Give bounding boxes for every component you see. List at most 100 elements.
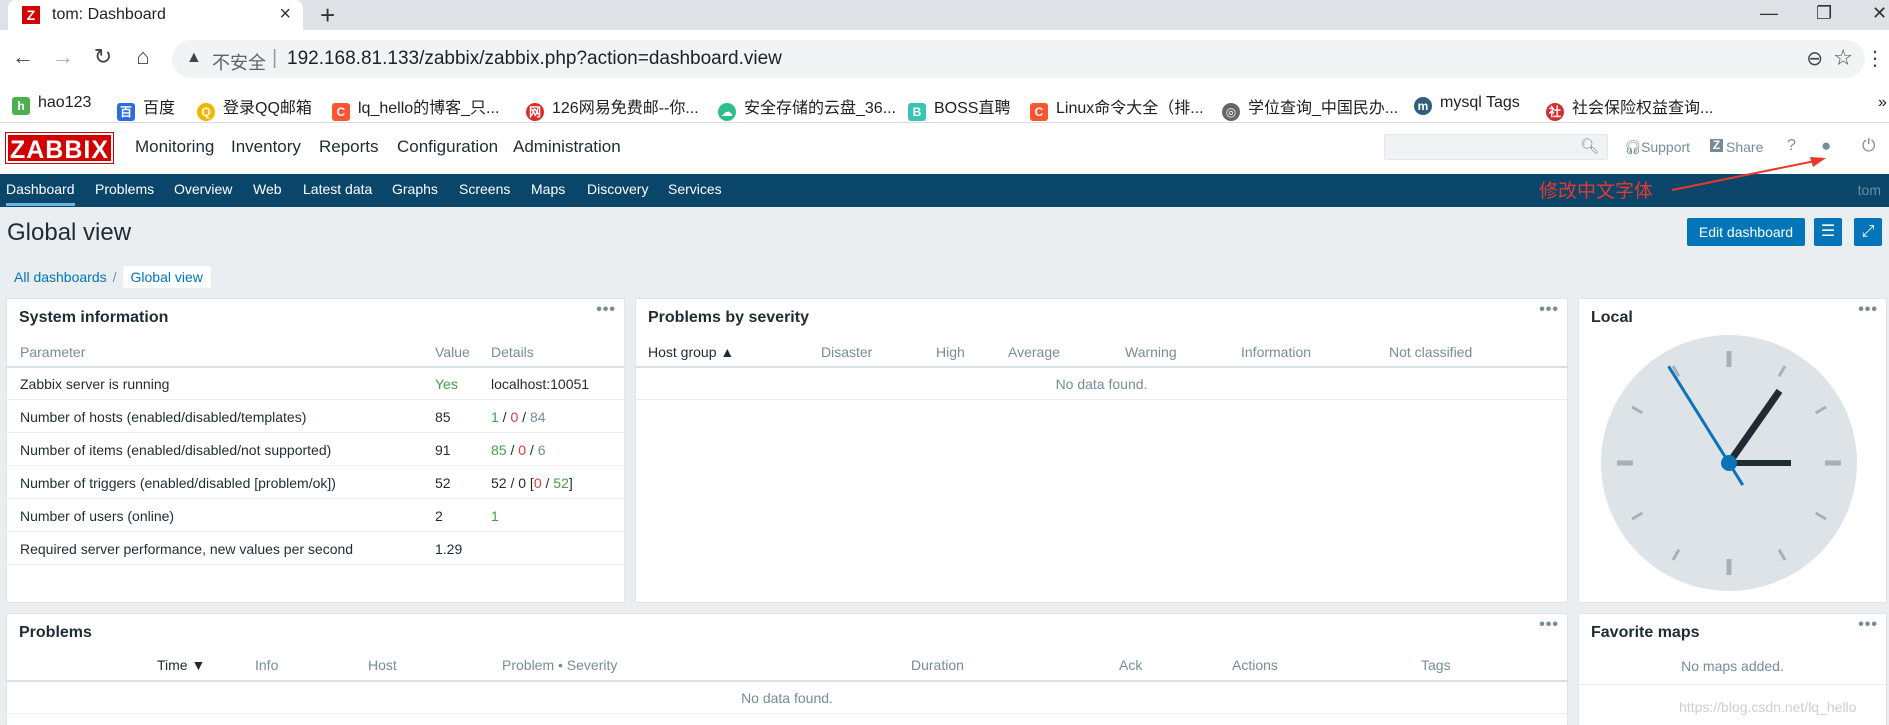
user-profile-icon[interactable]: ● xyxy=(1821,136,1831,156)
subnav-problems[interactable]: Problems xyxy=(95,181,154,197)
subnav-web[interactable]: Web xyxy=(253,181,282,197)
divider xyxy=(636,399,1567,400)
fullscreen-icon[interactable]: ⤢ xyxy=(1854,218,1882,246)
subnav-dashboard[interactable]: Dashboard xyxy=(6,181,75,206)
column-header: Not classified xyxy=(1389,344,1473,360)
bookmark-item[interactable]: 网 126网易免费邮--你... xyxy=(526,94,699,121)
column-header-host-group[interactable]: Host group ▲ xyxy=(648,344,734,360)
details-cell: 52 / 0 [0 / 52] xyxy=(491,475,573,491)
bookmark-item[interactable]: m mysql Tags xyxy=(1414,94,1520,115)
widget-menu-icon[interactable]: ••• xyxy=(1539,301,1559,319)
bookmark-item[interactable]: Clq_hello的博客_只... xyxy=(332,94,499,121)
widget-title: Favorite maps xyxy=(1591,624,1700,641)
problems-widget: Problems ••• Time ▼ Info Host Problem • … xyxy=(6,613,1568,725)
edit-dashboard-button[interactable]: Edit dashboard xyxy=(1687,218,1805,246)
address-bar[interactable]: ▲ 不安全 | 192.168.81.133/zabbix/zabbix.php… xyxy=(172,40,1865,78)
bookmark-item[interactable]: h hao123 xyxy=(12,94,91,115)
divider xyxy=(7,531,624,532)
column-header: Average xyxy=(1008,344,1060,360)
widget-menu-icon[interactable]: ••• xyxy=(1858,301,1878,319)
subnav-graphs[interactable]: Graphs xyxy=(392,181,438,197)
problems-by-severity-widget: Problems by severity ••• Host group ▲ Di… xyxy=(635,298,1568,603)
param-cell: Zabbix server is running xyxy=(20,376,170,392)
minimize-icon[interactable]: — xyxy=(1760,0,1778,30)
share-link[interactable]: Share xyxy=(1726,139,1763,155)
bookmarks-overflow-icon[interactable]: » xyxy=(1878,94,1887,112)
subnav-latest-data[interactable]: Latest data xyxy=(303,181,372,197)
back-icon[interactable]: ← xyxy=(8,44,38,70)
menu-monitoring[interactable]: Monitoring xyxy=(135,137,214,157)
column-header: High xyxy=(936,344,965,360)
column-header: Disaster xyxy=(821,344,873,360)
new-tab-button[interactable]: + xyxy=(320,0,335,30)
globe-icon: ◎ xyxy=(1222,103,1240,121)
zabbix-logo[interactable]: ZABBIX xyxy=(5,132,114,164)
maximize-icon[interactable]: ❐ xyxy=(1816,0,1832,30)
global-search-input[interactable]: 🔍︎ xyxy=(1384,134,1608,160)
browser-menu-icon[interactable]: ⋮ xyxy=(1865,46,1885,71)
divider xyxy=(1579,684,1886,685)
breadcrumb: All dashboards / Global view xyxy=(14,266,211,288)
bookmark-item[interactable]: ◎ 学位查询_中国民办... xyxy=(1222,94,1398,121)
url-text[interactable]: 192.168.81.133/zabbix/zabbix.php?action=… xyxy=(287,48,782,70)
breadcrumb-all-dashboards[interactable]: All dashboards xyxy=(14,269,107,285)
divider xyxy=(7,399,624,400)
menu-configuration[interactable]: Configuration xyxy=(397,137,498,157)
details-cell: 85 / 0 / 6 xyxy=(491,442,546,458)
menu-reports[interactable]: Reports xyxy=(319,137,379,157)
qqmail-icon: Q xyxy=(197,103,215,121)
bookmark-item[interactable]: 社社会保险权益查询... xyxy=(1546,94,1713,121)
bookmark-item[interactable]: ☁ 安全存储的云盘_36... xyxy=(718,94,896,121)
column-header: Ack xyxy=(1119,657,1143,673)
reload-icon[interactable]: ↻ xyxy=(88,44,118,70)
close-window-icon[interactable]: ✕ xyxy=(1872,0,1887,30)
breadcrumb-separator: / xyxy=(112,269,117,285)
analog-clock xyxy=(1601,335,1857,591)
bookmark-item[interactable]: 百百度 xyxy=(117,94,175,121)
subnav-services[interactable]: Services xyxy=(668,181,722,197)
zoom-icon[interactable]: ⊖ xyxy=(1806,46,1823,71)
local-clock-widget: Local ••• xyxy=(1578,298,1887,603)
annotation-text: 修改中文字体 xyxy=(1539,181,1654,202)
divider xyxy=(636,366,1567,368)
bookmark-item[interactable]: C Linux命令大全（排... xyxy=(1030,94,1204,121)
value-cell: 2 xyxy=(435,508,443,524)
forward-icon[interactable]: → xyxy=(48,44,78,70)
param-cell: Number of users (online) xyxy=(20,508,175,524)
support-link[interactable]: Support xyxy=(1641,139,1690,155)
subnav-screens[interactable]: Screens xyxy=(459,181,510,197)
widget-menu-icon[interactable]: ••• xyxy=(596,301,616,319)
column-header: Value xyxy=(435,344,470,360)
menu-administration[interactable]: Administration xyxy=(513,137,621,157)
browser-tab[interactable]: Z tom: Dashboard × xyxy=(8,0,303,30)
headset-icon: 🎧︎ xyxy=(1624,139,1642,155)
close-tab-icon[interactable]: × xyxy=(279,3,291,26)
breadcrumb-current[interactable]: Global view xyxy=(122,266,211,288)
widget-menu-icon[interactable]: ••• xyxy=(1539,616,1559,634)
bookmark-star-icon[interactable]: ☆ xyxy=(1833,45,1853,71)
empty-message: No maps added. xyxy=(1681,658,1784,674)
column-header: Information xyxy=(1241,344,1312,360)
page-title: Global view xyxy=(7,219,132,246)
subnav-overview[interactable]: Overview xyxy=(174,181,232,197)
home-icon[interactable]: ⌂ xyxy=(128,44,158,70)
widget-title: System information xyxy=(19,309,169,326)
sign-out-icon[interactable]: ⏻ xyxy=(1862,136,1875,156)
warning-icon: ▲ xyxy=(186,49,202,66)
dashboard-menu-icon[interactable]: ☰ xyxy=(1814,218,1842,246)
menu-inventory[interactable]: Inventory xyxy=(231,137,301,157)
system-information-widget: System information ••• Parameter Value D… xyxy=(6,298,625,603)
bookmark-item[interactable]: Q 登录QQ邮箱 xyxy=(197,94,312,121)
column-header: Host xyxy=(368,657,397,673)
subnav-maps[interactable]: Maps xyxy=(531,181,565,197)
value-cell: 85 xyxy=(435,409,451,425)
help-icon[interactable]: ? xyxy=(1787,137,1796,155)
bookmark-item[interactable]: B BOSS直聘 xyxy=(908,94,1010,121)
widget-menu-icon[interactable]: ••• xyxy=(1858,616,1878,634)
column-header-time[interactable]: Time ▼ xyxy=(157,657,205,673)
column-header: Info xyxy=(255,657,279,673)
subnav-discovery[interactable]: Discovery xyxy=(587,181,648,197)
search-icon[interactable]: 🔍︎ xyxy=(1580,137,1599,155)
csdn-icon: C xyxy=(332,103,350,121)
cloud-disk-icon: ☁ xyxy=(718,103,736,121)
